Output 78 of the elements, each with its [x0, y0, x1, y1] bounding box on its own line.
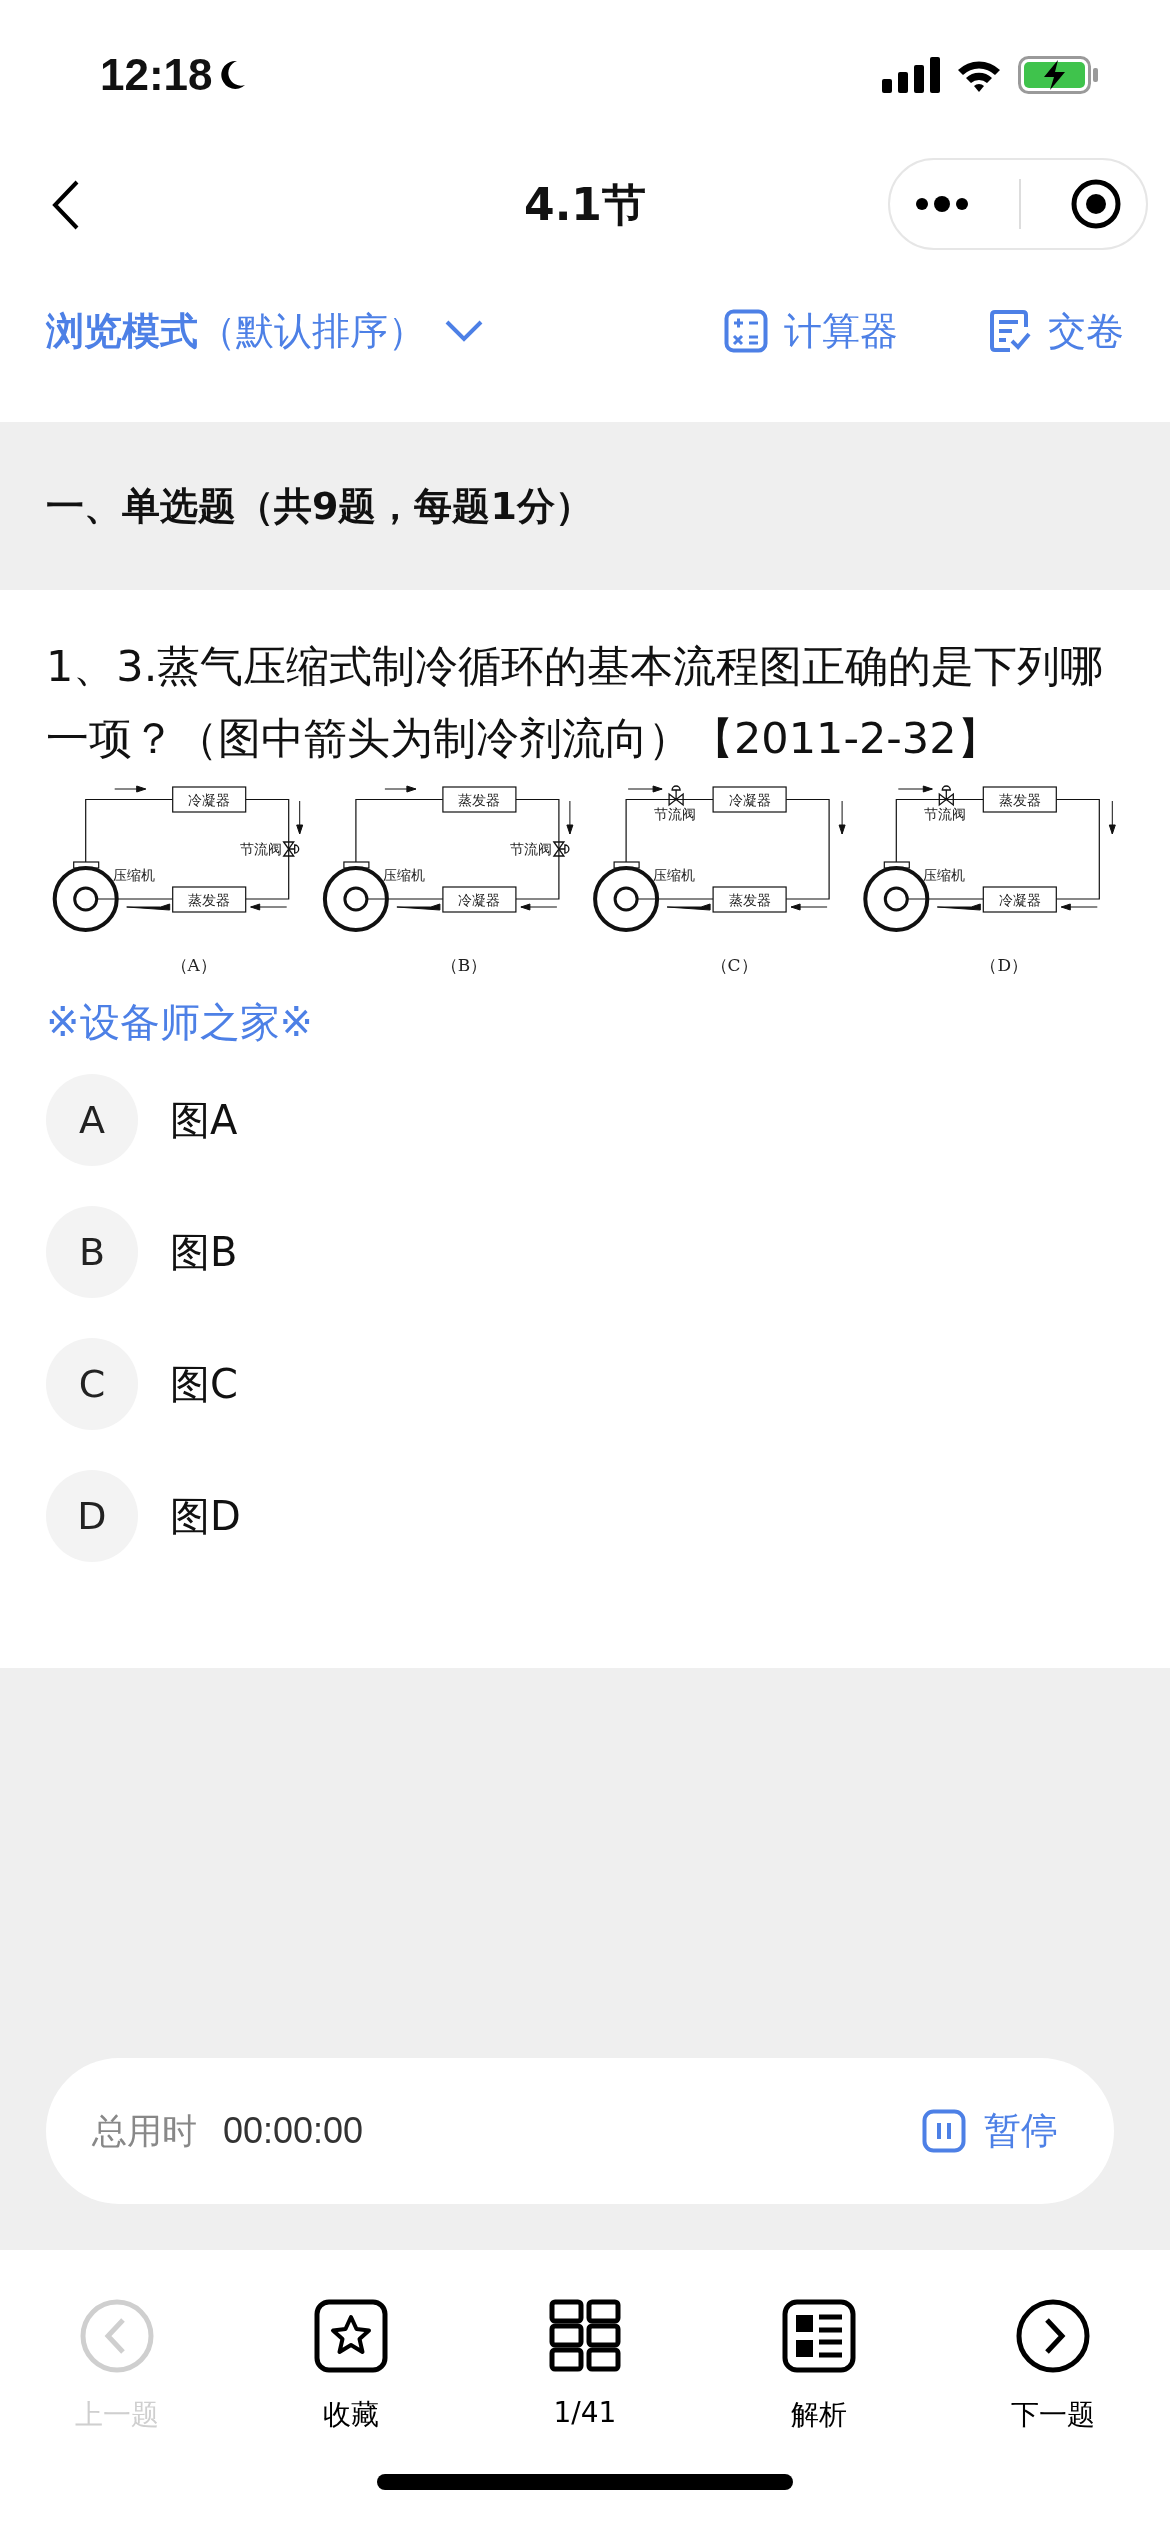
bottom-nav-item[interactable]: 1/41 — [468, 2298, 702, 2434]
option-letter[interactable]: D — [46, 1470, 138, 1562]
more-icon[interactable] — [914, 195, 971, 213]
question-text: 1、3.蒸气压缩式制冷循环的基本流程图正确的是下列哪一项？（图中箭头为制冷剂流向）【2011-2-32】 — [46, 640, 1105, 765]
diagram-label: 压缩机 — [653, 867, 696, 883]
close-icon[interactable] — [1069, 178, 1122, 230]
diagram-label: 压缩机 — [923, 867, 966, 883]
flow-arrow — [250, 903, 288, 911]
source-note: ※设备师之家※ — [46, 998, 315, 1047]
component-box: 冷凝器 — [712, 786, 787, 813]
valve-icon — [668, 785, 684, 806]
page-title: 4.1节 — [524, 177, 646, 232]
wifi-icon — [956, 58, 1002, 92]
pause-icon — [922, 2109, 966, 2153]
flow-arrow — [384, 785, 417, 793]
chevron-down-icon — [444, 319, 484, 343]
option-text[interactable]: 图D — [170, 1488, 241, 1544]
diagram-label: 节流阀 — [654, 806, 697, 822]
option-letter[interactable]: C — [46, 1338, 138, 1430]
flow-arrow — [838, 800, 846, 835]
bottom-nav-item[interactable]: 解析 — [702, 2298, 936, 2434]
option-text[interactable]: 图A — [170, 1092, 238, 1148]
status-time: 12:18 — [100, 50, 213, 100]
component-box: 蒸发器 — [982, 786, 1057, 813]
bottom-nav-item[interactable]: 下一题 — [936, 2298, 1170, 2434]
flow-arrow — [114, 785, 147, 793]
signal-icon — [882, 57, 940, 93]
valve-icon — [938, 785, 954, 806]
flow-arrow — [790, 903, 828, 911]
mode-dropdown[interactable]: 浏览模式（默认排序） — [46, 305, 484, 357]
section-title: 一、单选题（共9题，每题1分） — [46, 482, 593, 530]
valve-icon — [283, 841, 300, 857]
flow-arrow — [296, 800, 304, 835]
diagram-label: 压缩机 — [112, 867, 155, 883]
diagram-label: 节流阀 — [924, 806, 967, 822]
component-box: 冷凝器 — [982, 886, 1057, 913]
option-text[interactable]: 图C — [170, 1356, 238, 1412]
valve-icon — [553, 841, 570, 857]
timer-value: 00:00:00 — [223, 2110, 364, 2152]
moon-icon — [218, 59, 247, 91]
chevron-left-icon — [79, 2298, 155, 2374]
figure-caption: （A） — [170, 955, 217, 975]
flow-arrow — [666, 903, 711, 911]
figure-caption: （D） — [980, 955, 1029, 975]
back-icon[interactable] — [52, 179, 80, 231]
component-box: 蒸发器 — [442, 786, 517, 813]
submit-button[interactable]: 交卷 — [988, 305, 1124, 357]
flow-arrow — [520, 903, 558, 911]
diagram-label: 节流阀 — [239, 841, 282, 857]
component-box: 冷凝器 — [172, 786, 247, 813]
flow-arrow — [566, 800, 574, 835]
flow-arrow — [897, 785, 933, 793]
flow-arrow — [126, 903, 171, 911]
diagram-label: 节流阀 — [509, 841, 552, 857]
timer-label: 总用时 — [92, 2109, 197, 2153]
component-box: 蒸发器 — [172, 886, 247, 913]
flow-arrow — [396, 903, 441, 911]
component-box: 蒸发器 — [712, 886, 787, 913]
flow-arrow — [1108, 800, 1116, 835]
flow-arrow — [1060, 903, 1098, 911]
diagram-label: 压缩机 — [382, 867, 425, 883]
document-check-icon — [988, 309, 1032, 353]
list-icon — [781, 2298, 857, 2374]
chevron-right-icon — [1015, 2298, 1091, 2374]
option-letter[interactable]: A — [46, 1074, 138, 1166]
pause-button[interactable]: 暂停 — [922, 2106, 1058, 2156]
flow-arrow — [936, 903, 981, 911]
option-text[interactable]: 图B — [170, 1224, 238, 1280]
calculator-button[interactable]: 计算器 — [724, 305, 898, 357]
figure-caption: （B） — [440, 955, 488, 975]
battery-icon — [1018, 56, 1100, 94]
figure-caption: （C） — [710, 955, 758, 975]
calculator-icon — [724, 309, 768, 353]
flow-arrow — [627, 785, 663, 793]
grid-icon — [547, 2298, 623, 2374]
option-letter[interactable]: B — [46, 1206, 138, 1298]
bottom-nav-item[interactable]: 收藏 — [234, 2298, 468, 2434]
component-box: 冷凝器 — [442, 886, 517, 913]
